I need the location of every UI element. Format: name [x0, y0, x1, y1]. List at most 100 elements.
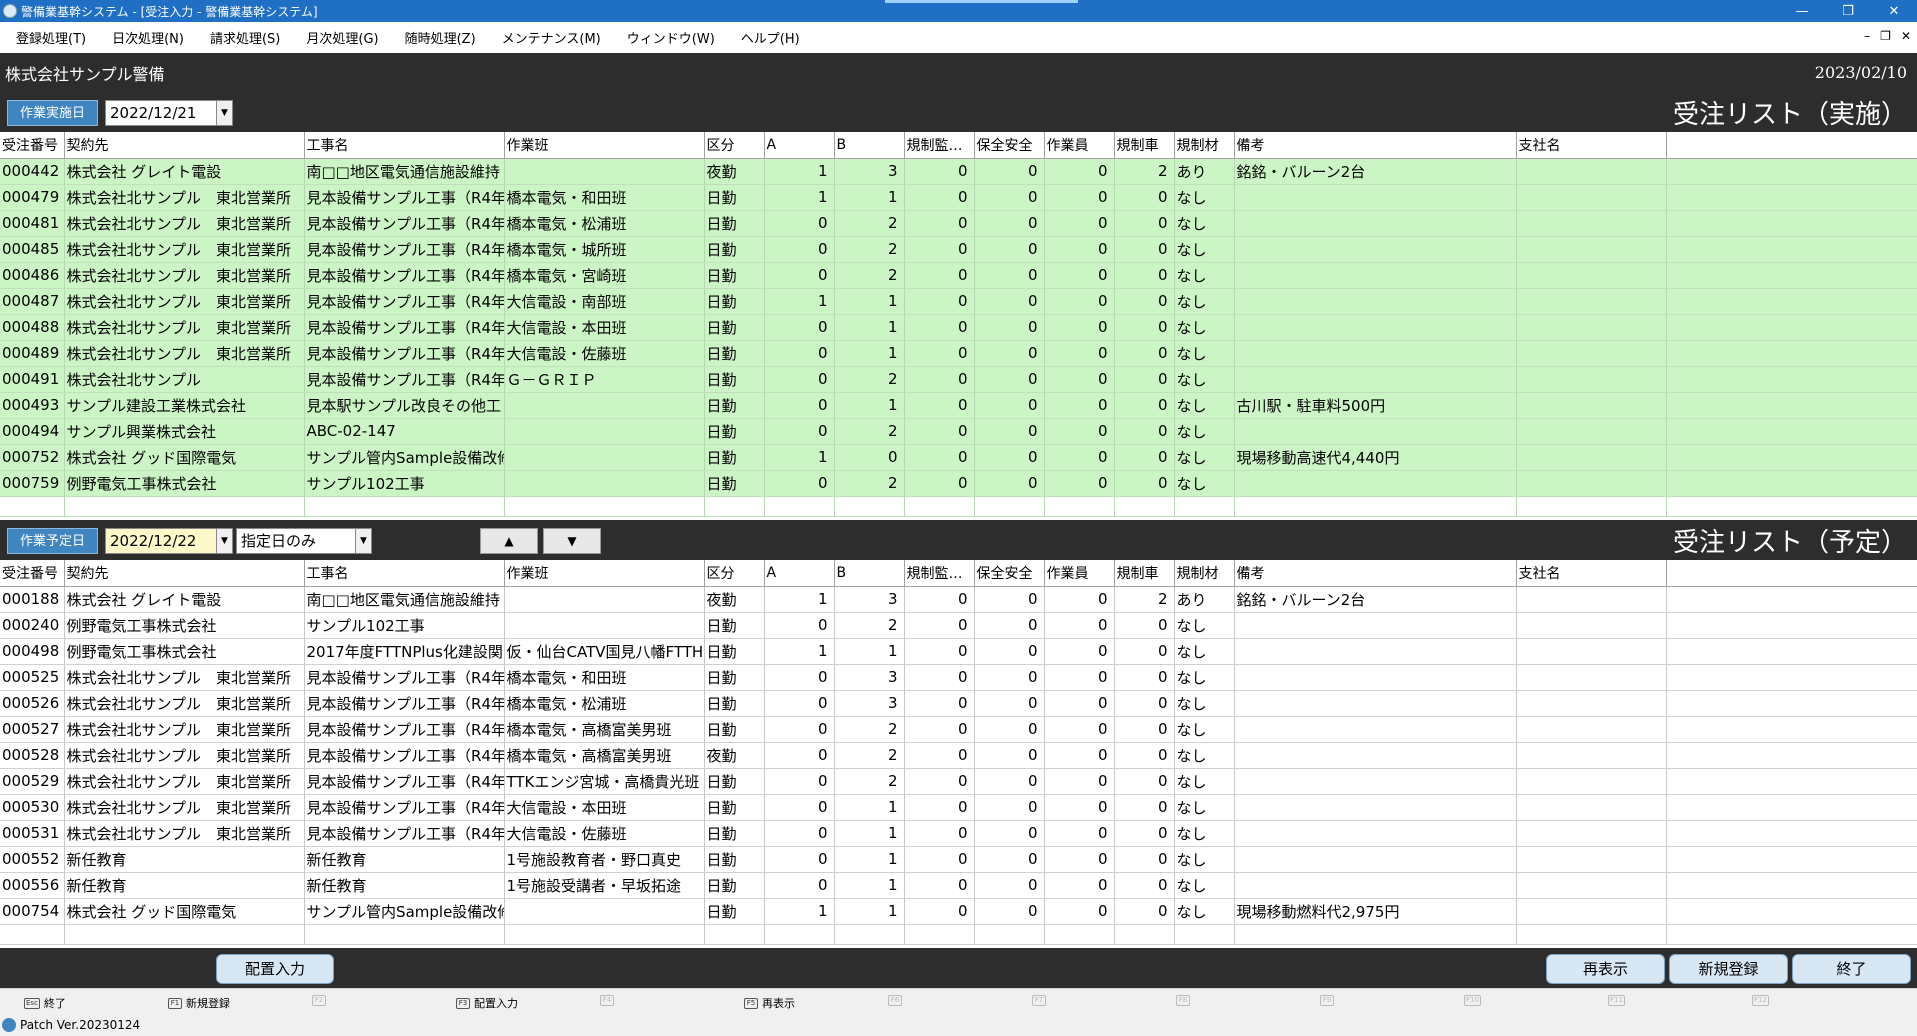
table-row[interactable]: 000442 株式会社 グレイト電設 南□□地区電気通信施設維持 夜勤 1 3 0 0 0 2 あり…: [0, 158, 1917, 185]
menu-zuiji[interactable]: 随時処理(Z): [389, 28, 486, 47]
fkey-f3[interactable]: F3 配置入力: [456, 995, 518, 1011]
col-header[interactable]: 作業員: [1044, 132, 1115, 159]
table-row[interactable]: 000498 例野電気工事株式会社 2017年度FTTNPlus化建設関 仮・仙台CA…: [0, 638, 1917, 665]
table-row[interactable]: 000488 株式会社北サンプル 東北営業所 見本設備サンプル工事（R4年 大信電設・…: [0, 314, 1917, 341]
col-header[interactable]: 保全安全: [974, 132, 1045, 159]
fkey-f1[interactable]: F1 新規登録: [168, 995, 230, 1011]
col-header[interactable]: 工事名: [304, 560, 505, 587]
planned-section-bar: 作業予定日 2022/12/22 ▼ 指定日のみ ▼ ▲ ▼ 受注リスト（予定）: [0, 520, 1917, 560]
fkey-label: 終了: [43, 997, 66, 1010]
col-header[interactable]: 備考: [1234, 132, 1517, 159]
table-cell: 1: [834, 846, 905, 873]
col-header[interactable]: 受注番号: [0, 132, 65, 159]
chevron-down-icon[interactable]: ▼: [216, 101, 232, 125]
col-header[interactable]: 作業班: [504, 132, 705, 159]
table-cell: [504, 444, 705, 471]
mdi-close-button[interactable]: ✕: [1901, 29, 1911, 43]
table-row[interactable]: 000487 株式会社北サンプル 東北営業所 見本設備サンプル工事（R4年 大信電設・…: [0, 288, 1917, 315]
table-row[interactable]: 000556 新任教育 新任教育 1号施設受講者・早坂拓途 日勤 0 1 0 0 0 0 なし: [0, 872, 1917, 899]
col-header[interactable]: 保全安全: [974, 560, 1045, 587]
move-up-button[interactable]: ▲: [480, 528, 538, 554]
col-header[interactable]: B: [834, 132, 905, 159]
refresh-button[interactable]: 再表示: [1546, 954, 1665, 984]
table-cell: 0: [904, 742, 975, 769]
col-header[interactable]: 規制監…: [904, 560, 975, 587]
menu-nichiji[interactable]: 日次処理(N): [96, 28, 194, 47]
table-cell: 例野電気工事株式会社: [64, 470, 305, 497]
table-row[interactable]: 000754 株式会社 グッド国際電気 サンプル管内Sample設備改修 日勤 1 1 0 0…: [0, 898, 1917, 925]
col-header[interactable]: 区分: [704, 560, 765, 587]
col-header[interactable]: 工事名: [304, 132, 505, 159]
menu-maintenance[interactable]: メンテナンス(M): [486, 28, 611, 47]
actual-date-input[interactable]: 2022/12/21 ▼: [105, 100, 233, 126]
table-row[interactable]: 000526 株式会社北サンプル 東北営業所 見本設備サンプル工事（R4年 橋本電気・…: [0, 690, 1917, 717]
planned-date-input[interactable]: 2022/12/22 ▼: [105, 528, 233, 554]
col-header[interactable]: 作業員: [1044, 560, 1115, 587]
table-row[interactable]: 000530 株式会社北サンプル 東北営業所 見本設備サンプル工事（R4年 大信電設・…: [0, 794, 1917, 821]
table-row[interactable]: 000240 例野電気工事株式会社 サンプル102工事 日勤 0 2 0 0 0 0 なし: [0, 612, 1917, 639]
col-header[interactable]: A: [764, 560, 835, 587]
col-header[interactable]: 作業班: [504, 560, 705, 587]
col-header[interactable]: 規制車: [1114, 560, 1175, 587]
table-row[interactable]: 000491 株式会社北サンプル 見本設備サンプル工事（R4年 Ｇ－ＧＲＩＰ 日勤 0 2 0…: [0, 366, 1917, 393]
col-header[interactable]: 受注番号: [0, 560, 65, 587]
mdi-restore-button[interactable]: ❐: [1880, 29, 1891, 43]
move-down-button[interactable]: ▼: [543, 528, 601, 554]
table-cell: サンプル管内Sample設備改修: [304, 898, 505, 925]
col-header[interactable]: 規制監…: [904, 132, 975, 159]
fkey-esc[interactable]: Esc 終了: [24, 995, 66, 1011]
exit-button[interactable]: 終了: [1792, 954, 1911, 984]
menu-seikyu[interactable]: 請求処理(S): [194, 28, 290, 47]
table-cell: [1516, 872, 1667, 899]
table-row[interactable]: 000489 株式会社北サンプル 東北営業所 見本設備サンプル工事（R4年 大信電設・…: [0, 340, 1917, 367]
assign-button[interactable]: 配置入力: [216, 954, 334, 984]
col-header[interactable]: 備考: [1234, 560, 1517, 587]
table-row[interactable]: 000494 サンプル興業株式会社 ABC-02-147 日勤 0 2 0 0 0 0 なし: [0, 418, 1917, 445]
close-button[interactable]: ✕: [1871, 4, 1917, 19]
table-row[interactable]: 000479 株式会社北サンプル 東北営業所 見本設備サンプル工事（R4年 橋本電気・…: [0, 184, 1917, 211]
table-row[interactable]: 000493 サンプル建設工業株式会社 見本駅サンプル改良その他工 日勤 0 1 0 0 0 0 な…: [0, 392, 1917, 419]
mdi-minimize-button[interactable]: –: [1864, 29, 1870, 43]
restore-button[interactable]: ❐: [1825, 4, 1871, 19]
table-row[interactable]: 000552 新任教育 新任教育 1号施設教育者・野口真史 日勤 0 1 0 0 0 0 なし: [0, 846, 1917, 873]
table-row[interactable]: 000759 例野電気工事株式会社 サンプル102工事 日勤 0 2 0 0 0 0 なし: [0, 470, 1917, 497]
col-header[interactable]: 規制車: [1114, 132, 1175, 159]
col-header[interactable]: A: [764, 132, 835, 159]
table-row[interactable]: 000529 株式会社北サンプル 東北営業所 見本設備サンプル工事（R4年 TTKエン…: [0, 768, 1917, 795]
table-cell: あり: [1174, 158, 1235, 185]
menu-getsuji[interactable]: 月次処理(G): [290, 28, 388, 47]
table-cell-filler: [1666, 612, 1917, 639]
table-row[interactable]: 000531 株式会社北サンプル 東北営業所 見本設備サンプル工事（R4年 大信電設・…: [0, 820, 1917, 847]
col-header[interactable]: 支社名: [1516, 560, 1667, 587]
col-header[interactable]: 支社名: [1516, 132, 1667, 159]
col-header[interactable]: 区分: [704, 132, 765, 159]
date-filter-select[interactable]: 指定日のみ ▼: [236, 528, 372, 554]
table-cell-filler: [1666, 586, 1917, 613]
table-row[interactable]: 000528 株式会社北サンプル 東北営業所 見本設備サンプル工事（R4年 橋本電気・…: [0, 742, 1917, 769]
table-cell: 現場移動燃料代2,975円: [1234, 898, 1517, 925]
table-cell: 0: [764, 872, 835, 899]
table-row[interactable]: 000188 株式会社 グレイト電設 南□□地区電気通信施設維持 夜勤 1 3 0 0 0 2 あり…: [0, 586, 1917, 613]
col-header[interactable]: 契約先: [64, 560, 305, 587]
chevron-down-icon[interactable]: ▼: [355, 529, 371, 553]
table-row[interactable]: 000527 株式会社北サンプル 東北営業所 見本設備サンプル工事（R4年 橋本電気・…: [0, 716, 1917, 743]
table-row[interactable]: 000481 株式会社北サンプル 東北営業所 見本設備サンプル工事（R4年 橋本電気・…: [0, 210, 1917, 237]
col-header[interactable]: B: [834, 560, 905, 587]
menu-touroku[interactable]: 登録処理(T): [0, 28, 96, 47]
new-register-button[interactable]: 新規登録: [1669, 954, 1788, 984]
table-cell: 0: [904, 262, 975, 289]
minimize-button[interactable]: —: [1779, 4, 1825, 19]
col-header[interactable]: 契約先: [64, 132, 305, 159]
table-cell: 000493: [0, 392, 65, 419]
col-header[interactable]: 規制材: [1174, 132, 1235, 159]
menu-help[interactable]: ヘルプ(H): [725, 28, 810, 47]
table-cell: 0: [764, 366, 835, 393]
table-row[interactable]: 000485 株式会社北サンプル 東北営業所 見本設備サンプル工事（R4年 橋本電気・…: [0, 236, 1917, 263]
col-header[interactable]: 規制材: [1174, 560, 1235, 587]
table-row[interactable]: 000752 株式会社 グッド国際電気 サンプル管内Sample設備改修 日勤 1 0 0 0…: [0, 444, 1917, 471]
table-row[interactable]: 000525 株式会社北サンプル 東北営業所 見本設備サンプル工事（R4年 橋本電気・…: [0, 664, 1917, 691]
chevron-down-icon[interactable]: ▼: [216, 529, 232, 553]
table-row[interactable]: 000486 株式会社北サンプル 東北営業所 見本設備サンプル工事（R4年 橋本電気・…: [0, 262, 1917, 289]
fkey-f5[interactable]: F5 再表示: [744, 995, 795, 1011]
menu-window[interactable]: ウィンドウ(W): [611, 28, 725, 47]
